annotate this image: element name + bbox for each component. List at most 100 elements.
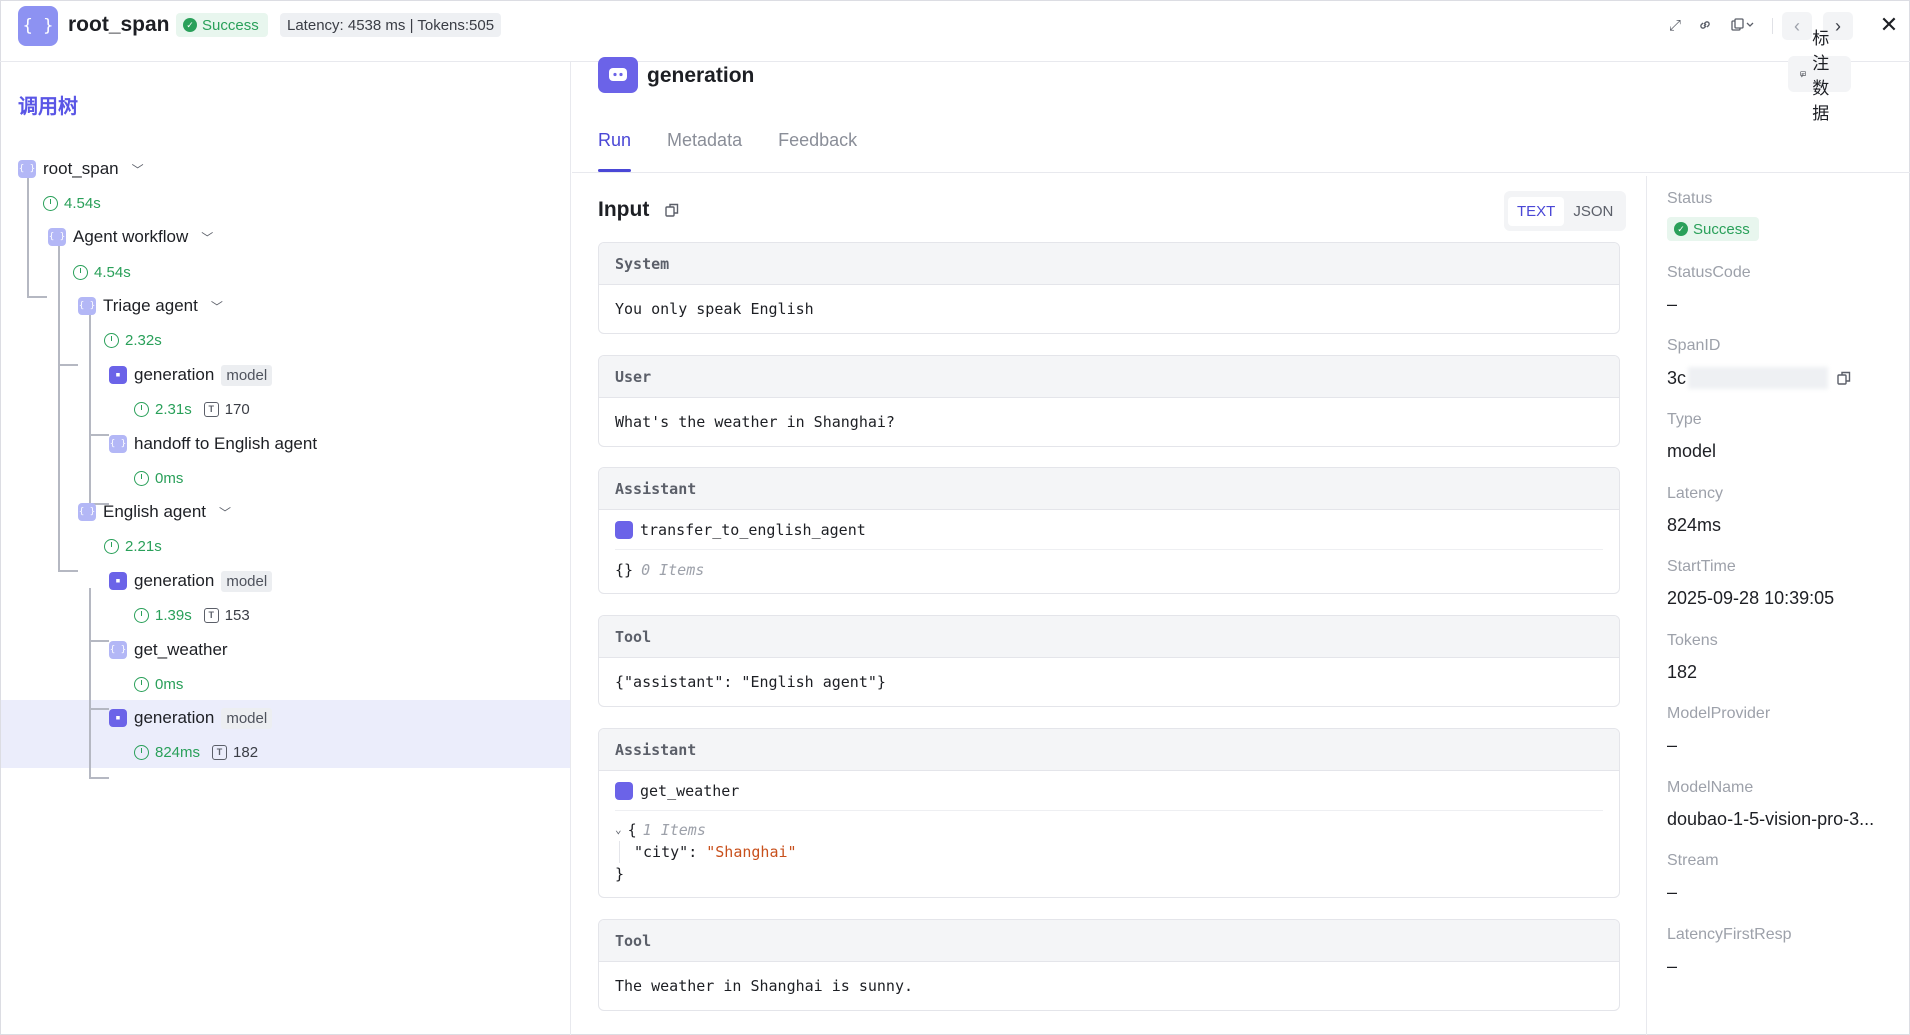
node-label: generation bbox=[134, 365, 215, 384]
clock-icon bbox=[134, 401, 149, 417]
model-icon: ▪ bbox=[109, 366, 127, 384]
message-content: get_weather ⌄ { 1 Items "city": "Shangha… bbox=[599, 771, 1619, 885]
prop-modelname: ModelName doubao-1-5-vision-pro-3... bbox=[1667, 779, 1907, 830]
tool-cube-icon bbox=[615, 520, 633, 539]
prev-span-button[interactable]: ‹ bbox=[1782, 12, 1812, 40]
tabs-divider bbox=[572, 172, 1910, 173]
check-circle-icon: ✓ bbox=[1674, 222, 1688, 236]
spanid-row: 3c bbox=[1667, 367, 1897, 389]
prop-value: 3c bbox=[1667, 367, 1687, 388]
format-json-option[interactable]: JSON bbox=[1564, 197, 1622, 226]
node-meta: 0ms bbox=[134, 467, 183, 489]
tab-feedback[interactable]: Feedback bbox=[778, 130, 857, 172]
tool-name: transfer_to_english_agent bbox=[640, 520, 866, 539]
prop-value: 182 bbox=[1667, 662, 1698, 682]
prop-value: model bbox=[1667, 441, 1717, 461]
message-role: Tool bbox=[599, 920, 1619, 962]
clock-icon bbox=[134, 470, 149, 486]
clock-icon bbox=[134, 607, 149, 623]
prop-key: Stream bbox=[1667, 852, 1719, 869]
check-circle-icon: ✓ bbox=[183, 18, 197, 32]
prop-key: SpanID bbox=[1667, 337, 1721, 354]
detail-tabs: Run Metadata Feedback bbox=[598, 130, 857, 172]
node-label: English agent bbox=[103, 502, 207, 521]
message-assistant: Assistant get_weather ⌄ { 1 Items "city"… bbox=[598, 728, 1620, 898]
token-icon: T bbox=[203, 607, 219, 623]
message-content: You only speak English bbox=[615, 300, 814, 318]
tree-node-root-span[interactable]: { } root_span ﹀ bbox=[18, 156, 144, 182]
node-label: Agent workflow bbox=[73, 227, 189, 246]
tool-call: get_weather bbox=[615, 771, 1603, 811]
tree-node-agent-workflow[interactable]: { } Agent workflow ﹀ bbox=[48, 224, 213, 250]
node-latency: 2.32s bbox=[125, 331, 162, 349]
prop-latency: Latency 824ms bbox=[1667, 485, 1723, 536]
json-brace: { bbox=[627, 821, 637, 839]
node-meta: 2.31s T 170 bbox=[134, 398, 250, 420]
tab-run[interactable]: Run bbox=[598, 130, 632, 172]
prop-modelprovider: ModelProvider – bbox=[1667, 705, 1770, 756]
annotation-icon bbox=[1800, 71, 1806, 78]
node-latency: 2.21s bbox=[125, 537, 162, 555]
chevron-down-icon[interactable]: ﹀ bbox=[211, 298, 223, 315]
model-icon bbox=[598, 57, 638, 93]
node-latency: 2.31s bbox=[155, 400, 192, 418]
node-label: generation bbox=[134, 571, 215, 590]
link-icon[interactable] bbox=[1692, 12, 1718, 38]
copy-dropdown-icon[interactable] bbox=[1724, 12, 1764, 38]
format-text-option[interactable]: TEXT bbox=[1508, 196, 1565, 226]
node-latency: 824ms bbox=[155, 743, 201, 761]
prop-key: StatusCode bbox=[1667, 264, 1751, 281]
node-latency: 0ms bbox=[155, 675, 184, 693]
prop-value: – bbox=[1667, 956, 1678, 976]
clock-icon bbox=[43, 195, 58, 211]
prop-value: doubao-1-5-vision-pro-3... bbox=[1667, 809, 1875, 829]
expand-icon[interactable]: ⤢ bbox=[1662, 12, 1688, 38]
chevron-down-icon[interactable]: ﹀ bbox=[201, 229, 213, 246]
status-label: Success bbox=[202, 16, 259, 34]
args-count: 0 Items bbox=[641, 561, 705, 579]
tree-node-english-agent[interactable]: { } English agent ﹀ bbox=[78, 499, 231, 525]
tree-connector bbox=[89, 640, 109, 642]
prop-stream: Stream – bbox=[1667, 852, 1719, 903]
annotate-data-button[interactable]: 标注数据 bbox=[1788, 29, 1851, 123]
header-divider bbox=[1772, 18, 1773, 34]
span-icon: { } bbox=[78, 297, 96, 315]
status-label: Success bbox=[1693, 220, 1750, 238]
span-icon: { } bbox=[109, 641, 127, 659]
node-label: get_weather bbox=[134, 640, 228, 659]
node-meta: 824ms T 182 bbox=[134, 741, 258, 763]
chevron-down-icon[interactable]: ﹀ bbox=[219, 504, 231, 521]
prop-latencyfirstresp: LatencyFirstResp – bbox=[1667, 926, 1792, 977]
tree-node-generation-selected[interactable]: ▪ generation model bbox=[109, 705, 273, 731]
close-icon[interactable]: ✕ bbox=[1876, 12, 1902, 38]
copy-icon[interactable] bbox=[664, 202, 680, 218]
prop-key: ModelProvider bbox=[1667, 705, 1771, 722]
span-properties-panel: Status ✓ Success StatusCode – SpanID 3c … bbox=[1646, 176, 1910, 1035]
tree-node-get-weather[interactable]: { } get_weather bbox=[109, 637, 228, 663]
args-braces: {} bbox=[615, 561, 634, 579]
prop-key: StartTime bbox=[1667, 558, 1736, 575]
copy-icon[interactable] bbox=[1836, 370, 1852, 386]
chevron-down-icon[interactable]: ﹀ bbox=[132, 161, 144, 178]
node-latency: 0ms bbox=[155, 469, 184, 487]
node-latency: 1.39s bbox=[155, 606, 192, 624]
tree-node-triage-agent[interactable]: { } Triage agent ﹀ bbox=[78, 293, 223, 319]
message-assistant: Assistant transfer_to_english_agent {} 0… bbox=[598, 467, 1620, 594]
selected-node-highlight bbox=[1, 700, 570, 768]
tab-metadata[interactable]: Metadata bbox=[667, 130, 742, 172]
tree-node-generation[interactable]: ▪ generation model bbox=[109, 362, 273, 388]
tree-connector bbox=[89, 708, 109, 710]
node-type-tag: model bbox=[221, 707, 273, 729]
collapse-chevron-icon[interactable]: ⌄ bbox=[615, 819, 622, 841]
clock-icon bbox=[73, 264, 88, 280]
clock-icon bbox=[104, 538, 119, 554]
tool-args: {} 0 Items bbox=[615, 550, 1603, 590]
message-role: User bbox=[599, 356, 1619, 398]
tree-node-handoff[interactable]: { } handoff to English agent bbox=[109, 431, 317, 457]
detail-title: generation bbox=[647, 64, 755, 87]
message-content: The weather in Shanghai is sunny. bbox=[615, 977, 914, 995]
tool-cube-icon bbox=[615, 781, 633, 800]
prop-tokens: Tokens 182 bbox=[1667, 632, 1718, 683]
tree-node-generation[interactable]: ▪ generation model bbox=[109, 568, 273, 594]
prop-key: Status bbox=[1667, 190, 1713, 207]
